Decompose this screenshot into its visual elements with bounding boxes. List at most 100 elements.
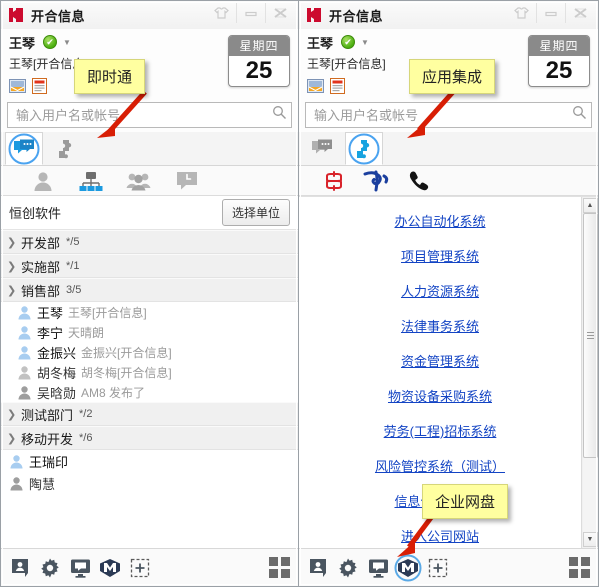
callout-app-integration: 应用集成: [409, 59, 496, 94]
sub-tab-groups[interactable]: [115, 166, 163, 195]
tab-app-integration[interactable]: [47, 132, 85, 165]
selection-ring: [8, 133, 40, 164]
scrollbar-thumb[interactable]: [582, 213, 598, 458]
notes-icon[interactable]: [329, 78, 346, 94]
notes-icon[interactable]: [31, 78, 48, 94]
skin-icon[interactable]: [207, 3, 236, 23]
app-link[interactable]: 办公自动化系统: [394, 211, 485, 230]
online-check-icon[interactable]: ✔: [341, 35, 356, 49]
app-link[interactable]: 进入公司网站: [401, 526, 479, 545]
app-link[interactable]: 物资设备采购系统: [388, 386, 492, 405]
dept-row[interactable]: ❯ 开发部 */5: [1, 230, 298, 254]
close-icon[interactable]: [565, 3, 594, 23]
grid-apps-icon[interactable]: [269, 557, 290, 578]
member-signature: 金振兴[开合信息]: [81, 345, 172, 360]
member-row[interactable]: 陶慧: [1, 472, 298, 494]
search-input[interactable]: [16, 107, 272, 123]
contact-card-icon[interactable]: [9, 557, 31, 579]
screen-chat-icon[interactable]: [367, 557, 389, 579]
screen-chat-icon[interactable]: [69, 557, 91, 579]
app-link[interactable]: 法律事务系统: [401, 316, 479, 335]
contact-sub-tabs: [1, 166, 298, 196]
tab-app-integration[interactable]: [345, 132, 383, 165]
add-plus-icon[interactable]: [427, 557, 449, 579]
add-plus-icon[interactable]: [129, 557, 151, 579]
sub-tab-recent[interactable]: [163, 166, 211, 195]
netdisk-m-icon[interactable]: [99, 557, 121, 579]
search-icon[interactable]: [572, 105, 587, 125]
minimize-icon[interactable]: [236, 3, 265, 23]
app-title: 开合信息: [329, 8, 384, 24]
dept-row[interactable]: ❯ 移动开发 */6: [1, 426, 298, 450]
org-tree[interactable]: ❯ 开发部 */5 ❯ 实施部 */1 ❯ 销售部 3/5 王琴 王琴[开合信息…: [1, 230, 298, 548]
date-card[interactable]: 星期四 25: [528, 35, 590, 87]
chevron-down-icon[interactable]: ▼: [361, 38, 369, 47]
selection-ring: [348, 133, 380, 164]
app-link[interactable]: 资金管理系统: [401, 351, 479, 370]
minimize-icon[interactable]: [536, 3, 565, 23]
dept-name: 移动开发: [21, 431, 74, 447]
search-box[interactable]: [305, 102, 592, 128]
tab-instant-messaging[interactable]: [303, 132, 341, 165]
app-link[interactable]: 劳务(工程)招标系统: [384, 421, 497, 440]
search-box[interactable]: [7, 102, 292, 128]
dept-name: 测试部门: [21, 407, 74, 423]
photo-mail-icon[interactable]: [9, 78, 26, 94]
sub-tab-org-chart[interactable]: [67, 166, 115, 195]
chevron-down-icon[interactable]: ▼: [63, 38, 71, 47]
tab-instant-messaging[interactable]: [5, 132, 43, 165]
china-unicom-logo-icon: [326, 170, 342, 191]
window-left-im: 开合信息 王琴 ✔ ▼ 王琴[开合信息] 星期四 25 输入用户名或帐号 恒创软…: [0, 0, 299, 587]
member-name: 吴晗勋: [37, 385, 77, 401]
bottom-toolbar-left: [1, 548, 298, 586]
member-row[interactable]: 胡冬梅 胡冬梅[开合信息]: [1, 362, 298, 382]
avatar-online-icon: [17, 305, 32, 320]
module-tab-bar: [299, 132, 598, 166]
avatar-offline-icon: [17, 365, 32, 380]
dept-name: 开发部: [21, 235, 61, 251]
gear-icon[interactable]: [337, 557, 359, 579]
scrollbar-track[interactable]: [582, 213, 598, 532]
sub-tab-phone[interactable]: [397, 166, 439, 195]
member-row[interactable]: 吴晗勋 AM8 发布了: [1, 382, 298, 402]
user-name[interactable]: 王琴: [9, 33, 35, 52]
sub-tab-china-telecom[interactable]: [355, 166, 397, 195]
date-weekday: 星期四: [229, 36, 289, 56]
grid-apps-icon[interactable]: [569, 557, 590, 578]
netdisk-m-icon[interactable]: [394, 554, 422, 581]
search-input[interactable]: [314, 107, 572, 123]
scroll-up-arrow-icon[interactable]: ▲: [582, 198, 598, 213]
member-row[interactable]: 金振兴 金振兴[开合信息]: [1, 342, 298, 362]
vertical-scrollbar[interactable]: ▲ ▼: [581, 197, 598, 548]
dept-row[interactable]: ❯ 实施部 */1: [1, 254, 298, 278]
sub-tab-china-unicom[interactable]: [313, 166, 355, 195]
dept-count: */2: [79, 408, 93, 420]
sub-tab-contacts[interactable]: [19, 166, 67, 195]
app-link[interactable]: 人力资源系统: [401, 281, 479, 300]
dept-row[interactable]: ❯ 销售部 3/5: [1, 278, 298, 302]
close-icon[interactable]: [265, 3, 294, 23]
skin-icon[interactable]: [507, 3, 536, 23]
chevron-right-icon: ❯: [7, 408, 17, 421]
member-row[interactable]: 王瑞印: [1, 450, 298, 472]
scroll-down-arrow-icon[interactable]: ▼: [582, 532, 598, 547]
dept-name: 实施部: [21, 259, 61, 275]
member-name: 胡冬梅: [37, 365, 77, 381]
avatar-offline-icon: [17, 385, 32, 400]
callout-im: 即时通: [74, 59, 146, 94]
search-icon[interactable]: [272, 105, 287, 125]
person-icon: [34, 171, 52, 191]
gear-icon[interactable]: [39, 557, 61, 579]
select-unit-button[interactable]: 选择单位: [221, 199, 290, 226]
online-check-icon[interactable]: ✔: [43, 35, 58, 49]
photo-mail-icon[interactable]: [307, 78, 324, 94]
dept-row[interactable]: ❯ 测试部门 */2: [1, 402, 298, 426]
app-link[interactable]: 项目管理系统: [401, 246, 479, 265]
user-name[interactable]: 王琴: [307, 33, 333, 52]
member-row[interactable]: 李宁 天晴朗: [1, 322, 298, 342]
date-card[interactable]: 星期四 25: [228, 35, 290, 87]
app-link[interactable]: 风险管控系统（测试）: [375, 456, 505, 475]
dept-count: 3/5: [66, 284, 82, 296]
contact-card-icon[interactable]: [307, 557, 329, 579]
member-row[interactable]: 王琴 王琴[开合信息]: [1, 302, 298, 322]
